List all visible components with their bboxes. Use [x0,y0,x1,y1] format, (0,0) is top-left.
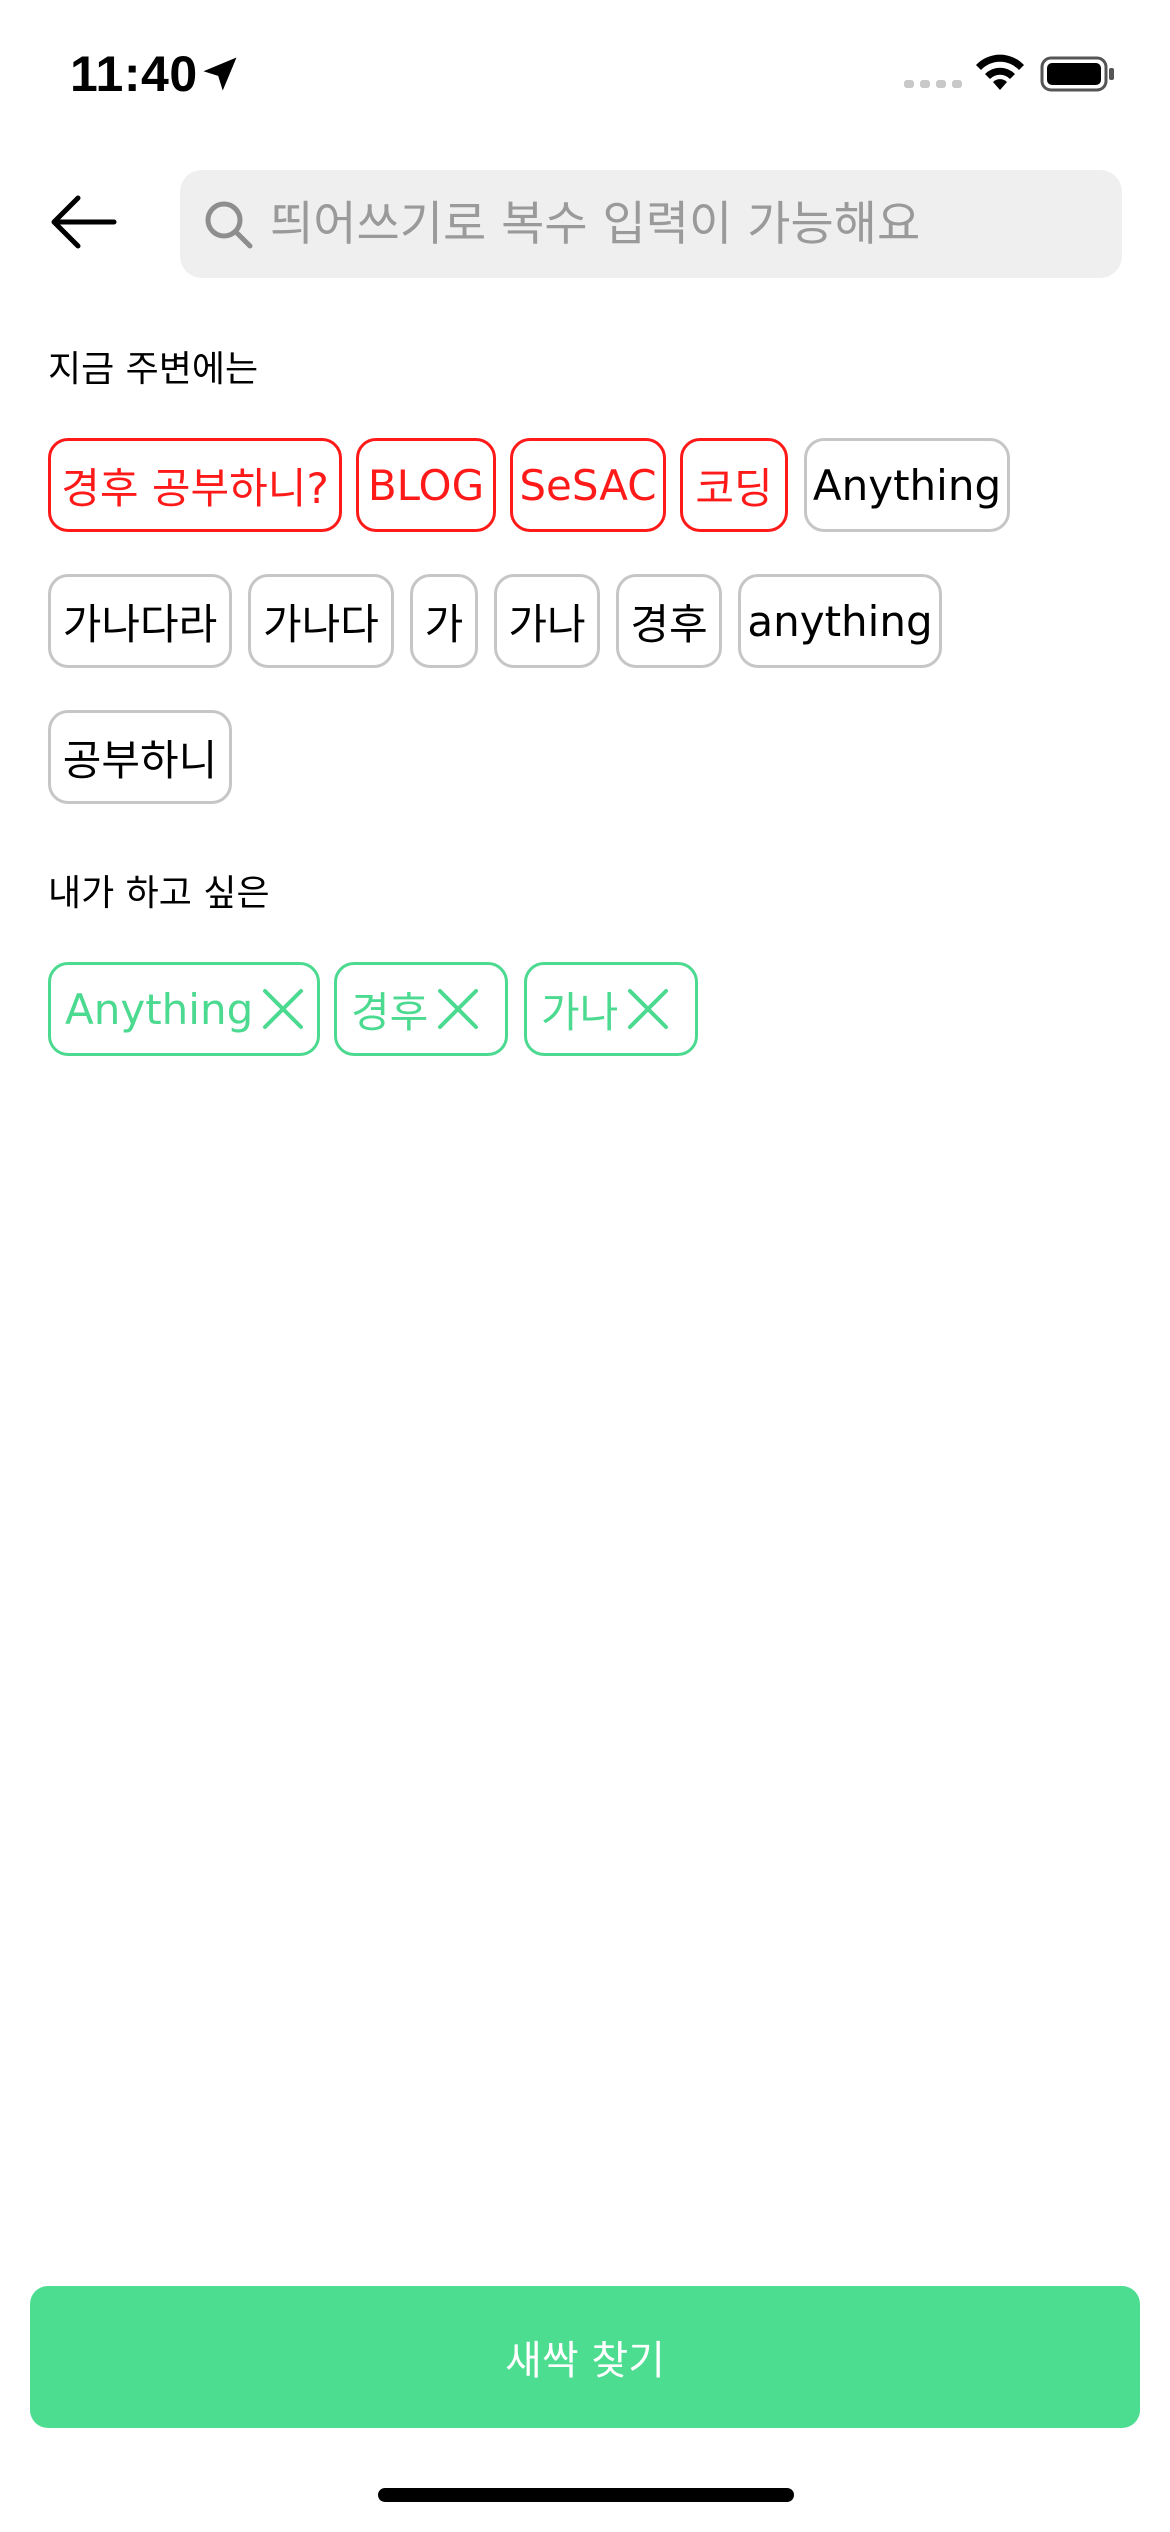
nearby-tag[interactable]: 가나다라 [48,574,232,668]
wish-tag-label: 경후 [351,987,429,1037]
wish-tag[interactable]: 경후 [334,962,508,1056]
signal-icon [904,80,962,88]
wish-tag-label: Anything [65,984,254,1034]
close-icon[interactable] [261,987,305,1031]
nearby-tag[interactable]: 가 [410,574,478,668]
wish-tag[interactable]: 가나 [524,962,698,1056]
status-time: 11:40 [70,46,198,102]
search-input[interactable] [270,170,1100,278]
nearby-tag[interactable]: Anything [804,438,1010,532]
nearby-tag[interactable]: anything [738,574,942,668]
find-sesac-button[interactable]: 새싹 찾기 [30,2286,1140,2428]
status-bar: 11:40 [0,0,1170,140]
close-icon[interactable] [626,987,670,1031]
wish-tag-label: 가나 [541,987,619,1037]
recommended-tag[interactable]: BLOG [356,438,496,532]
wish-tag[interactable]: Anything [48,962,320,1056]
wish-section-title: 내가 하고 싶은 [48,873,270,914]
home-indicator [378,2488,794,2502]
close-icon[interactable] [436,987,480,1031]
search-bar[interactable] [180,170,1122,278]
back-arrow-icon[interactable] [48,188,128,268]
recommended-tag[interactable]: SeSAC [510,438,666,532]
location-arrow-icon [203,57,237,91]
magnifier-icon [205,201,253,249]
nearby-tag[interactable]: 공부하니 [48,710,232,804]
recommended-tag[interactable]: 코딩 [680,438,788,532]
nearby-tag[interactable]: 가나 [494,574,600,668]
battery-icon [1040,56,1114,92]
nearby-tag[interactable]: 가나다 [248,574,394,668]
nearby-section-title: 지금 주변에는 [48,349,259,390]
wifi-icon [976,54,1024,90]
nearby-tag[interactable]: 경후 [616,574,722,668]
recommended-tag[interactable]: 경후 공부하니? [48,438,342,532]
